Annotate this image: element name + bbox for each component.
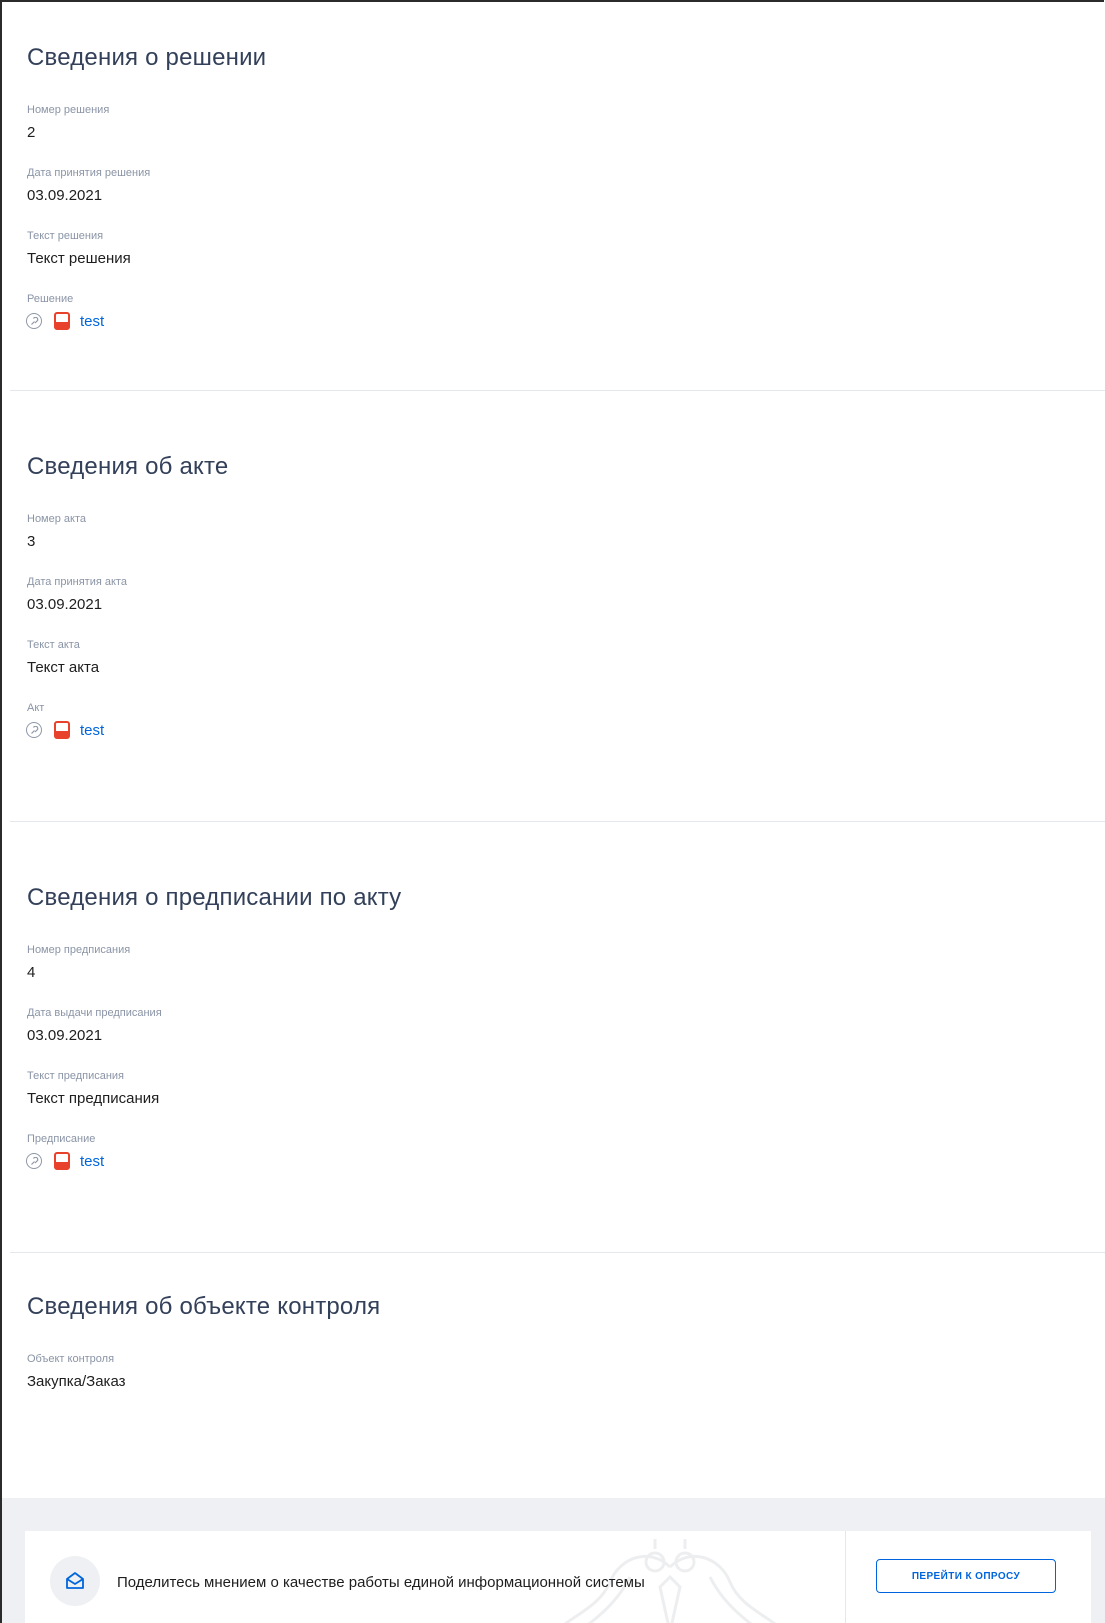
section-title: Сведения о предписании по акту xyxy=(27,884,402,911)
signature-icon[interactable] xyxy=(26,313,42,329)
section-prescription: Сведения о предписании по акту Номер пре… xyxy=(10,822,1105,1252)
section-control-object: Сведения об объекте контроля Объект конт… xyxy=(10,1253,1105,1498)
section-decision: Сведения о решении Номер решения 2 Дата … xyxy=(10,0,1105,390)
field-value: Текст решения xyxy=(27,250,131,267)
field-value: Текст предписания xyxy=(27,1090,160,1107)
file-link[interactable]: test xyxy=(80,1153,104,1170)
field-value: 03.09.2021 xyxy=(27,596,103,613)
field-label: Текст решения xyxy=(27,230,104,242)
field-label: Номер акта xyxy=(27,513,87,525)
field-label: Номер решения xyxy=(27,104,110,116)
pdf-file-icon xyxy=(54,721,70,739)
pdf-file-icon xyxy=(54,312,70,330)
file-attachment: test xyxy=(26,311,104,331)
field-label: Номер предписания xyxy=(27,944,131,956)
field-value: 03.09.2021 xyxy=(27,1027,103,1044)
field-label: Объект контроля xyxy=(27,1353,115,1365)
field-label: Предписание xyxy=(27,1133,96,1145)
envelope-icon xyxy=(66,1572,84,1589)
file-attachment: test xyxy=(26,1151,104,1171)
field-value: 4 xyxy=(27,964,36,981)
field-label: Дата принятия решения xyxy=(27,167,151,179)
section-title: Сведения об акте xyxy=(27,453,229,480)
field-label: Текст предписания xyxy=(27,1070,125,1082)
field-label: Текст акта xyxy=(27,639,80,651)
field-value: Текст акта xyxy=(27,659,100,676)
field-label: Акт xyxy=(27,702,45,714)
field-label: Дата принятия акта xyxy=(27,576,127,588)
signature-icon[interactable] xyxy=(26,722,42,738)
section-act: Сведения об акте Номер акта 3 Дата приня… xyxy=(10,391,1105,821)
section-title: Сведения об объекте контроля xyxy=(27,1293,381,1320)
go-to-survey-button[interactable]: ПЕРЕЙТИ К ОПРОСУ xyxy=(876,1559,1056,1593)
field-value: Закупка/Заказ xyxy=(27,1373,126,1390)
section-title: Сведения о решении xyxy=(27,44,267,71)
survey-text: Поделитесь мнением о качестве работы еди… xyxy=(117,1574,645,1591)
field-value: 2 xyxy=(27,124,36,141)
field-label: Решение xyxy=(27,293,74,305)
field-value: 3 xyxy=(27,533,36,550)
survey-separator xyxy=(845,1531,846,1623)
file-link[interactable]: test xyxy=(80,722,104,739)
survey-icon-wrap xyxy=(50,1556,100,1606)
pdf-file-icon xyxy=(54,1152,70,1170)
file-link[interactable]: test xyxy=(80,313,104,330)
survey-banner: Поделитесь мнением о качестве работы еди… xyxy=(25,1531,1091,1623)
signature-icon[interactable] xyxy=(26,1153,42,1169)
field-value: 03.09.2021 xyxy=(27,187,103,204)
file-attachment: test xyxy=(26,720,104,740)
field-label: Дата выдачи предписания xyxy=(27,1007,162,1019)
